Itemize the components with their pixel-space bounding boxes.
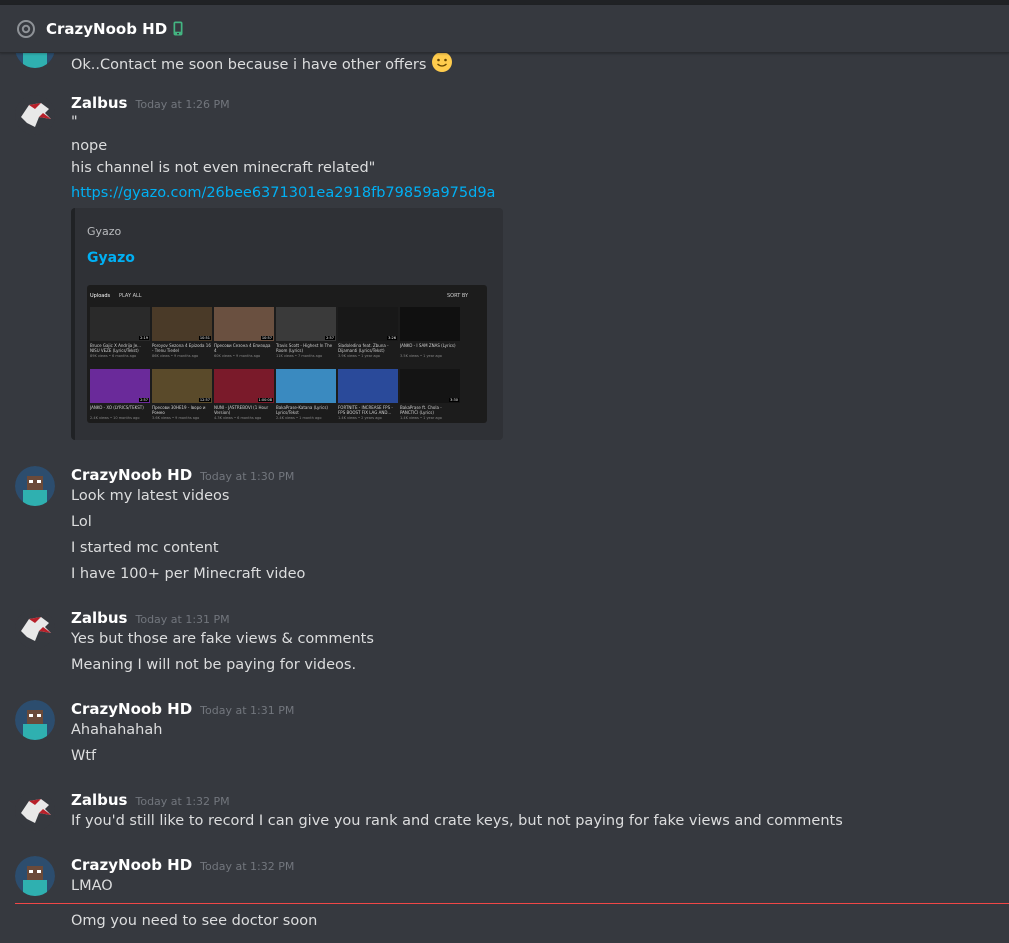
video-thumbnail: 2:57 <box>276 307 336 341</box>
video-duration: 3:30 <box>449 398 459 402</box>
video-thumbnail: 2:57 <box>90 369 150 403</box>
avatar[interactable] <box>15 856 55 896</box>
video-title: Travis Scott - Highest In The Room (Lyri… <box>276 343 333 353</box>
message-text: his channel is not even minecraft relate… <box>71 160 376 176</box>
video-title: Пресови 30НЕ19 - Іворо и Ромео <box>152 405 206 415</box>
video-title: NUNI - JASTREBOVI (1 Hour Version) <box>214 405 269 415</box>
username[interactable]: Zalbus Today at 1:26 PM <box>71 94 230 112</box>
video-thumbnail: 1:00:08 <box>214 369 274 403</box>
timestamp: Today at 1:31 PM <box>135 613 230 626</box>
video-title: BakaPrase-Katana (Lyrics) Lyrics/Tekst <box>276 405 328 415</box>
video-meta: 2.4K views • 1 month ago <box>276 416 322 420</box>
message-text: Ahahahahah <box>71 722 163 738</box>
message-text: Yes but those are fake views & comments <box>71 631 374 647</box>
video-thumbnail: 2:19 <box>90 307 150 341</box>
avatar[interactable] <box>15 700 55 740</box>
video-thumbnail <box>276 369 336 403</box>
avatar[interactable] <box>15 791 55 831</box>
message-text: Lol <box>71 514 92 530</box>
video-duration: 1:00:08 <box>257 398 273 402</box>
message-text: Meaning I will not be paying for videos. <box>71 657 357 673</box>
embed-provider: Gyazo <box>87 225 122 238</box>
message-text: I have 100+ per Minecraft video <box>71 566 306 582</box>
dm-recipient-name[interactable]: CrazyNoob HD <box>46 20 167 38</box>
video-thumbnail: 12:57 <box>152 369 212 403</box>
message-text: nope <box>71 138 108 154</box>
video-thumbnail: 10:57 <box>214 307 274 341</box>
video-title: JANKO - I SAM ZNAS (Lyrics) <box>400 343 456 348</box>
at-icon <box>17 19 35 38</box>
video-duration: 10:57 <box>260 336 273 340</box>
tab-uploads: Uploads <box>90 293 111 299</box>
video-title: Пресови Сезона 4 Епизода 4 <box>214 343 271 353</box>
video-thumbnail: 10:51 <box>152 307 212 341</box>
video-meta: 3.6K views • 9 months ago <box>152 416 200 420</box>
video-thumbnail: 3:30 <box>400 369 460 403</box>
video-thumbnail: 3:26 <box>338 307 398 341</box>
youtube-tabs: Uploads PLAY ALL SORT BY <box>87 285 487 307</box>
message-text: If you'd still like to record I can give… <box>71 813 843 829</box>
video-title: Sladoledina feat. Zbuna - Dijamanti (Lyr… <box>338 343 389 353</box>
video-duration: 2:57 <box>325 336 335 340</box>
username[interactable]: CrazyNoob HD Today at 1:31 PM <box>71 700 294 718</box>
video-duration: 2:57 <box>139 398 149 402</box>
sort-by: SORT BY <box>447 293 469 299</box>
video-title: JANKO - XO (LYRICS/TEKST) <box>90 405 144 410</box>
message-text: I started mc content <box>71 540 219 556</box>
message-text: Look my latest videos <box>71 488 230 504</box>
video-meta: 89K views • 6 months ago <box>90 354 137 358</box>
username[interactable]: Zalbus Today at 1:31 PM <box>71 609 230 627</box>
slight-smile-emoji-icon <box>432 52 453 72</box>
channel-header: CrazyNoob HD <box>0 5 1009 53</box>
timestamp: Today at 1:31 PM <box>200 704 295 717</box>
video-thumbnail <box>400 307 460 341</box>
video-title: Poroyov Sezona 4 Epizoda 16 - Trenu Tied… <box>152 343 211 353</box>
tab-play-all: PLAY ALL <box>119 293 142 299</box>
video-duration: 2:19 <box>139 336 149 340</box>
video-meta: 86K views • 9 months ago <box>152 354 199 358</box>
message-link[interactable]: https://gyazo.com/26bee6371301ea2918fb79… <box>71 185 495 201</box>
video-duration: 10:51 <box>198 336 211 340</box>
timestamp: Today at 1:26 PM <box>135 98 230 111</box>
message-text: LMAO <box>71 878 113 894</box>
username[interactable]: CrazyNoob HD Today at 1:32 PM <box>71 856 294 874</box>
username[interactable]: Zalbus Today at 1:32 PM <box>71 791 230 809</box>
username[interactable]: CrazyNoob HD Today at 1:30 PM <box>71 466 294 484</box>
video-title: BakaPrase ft. Chola - PANCTIČI (Lyrics) <box>400 405 442 415</box>
message-text: " <box>71 114 78 130</box>
video-meta: 1.4K views • 2 years ago <box>338 416 382 420</box>
timestamp: Today at 1:30 PM <box>200 470 295 483</box>
video-title: Bruce Gajic X Andrija Je... NISU VEZE (L… <box>90 343 141 353</box>
video-duration: 12:57 <box>198 398 211 402</box>
avatar[interactable] <box>15 609 55 649</box>
message-text: Ok..Contact me soon because i have other… <box>71 51 453 73</box>
video-meta: 3.9K views • 1 year ago <box>338 354 380 358</box>
timestamp: Today at 1:32 PM <box>135 795 230 808</box>
message-text: Wtf <box>71 748 97 764</box>
message-text: Omg you need to see doctor soon <box>71 913 318 929</box>
video-meta: 11K views • 7 months ago <box>276 354 323 358</box>
video-meta: 3.5K views • 1 year ago <box>400 354 442 358</box>
video-meta: 4.3K views • 6 months ago <box>214 416 262 420</box>
video-title: FORTNITE - INCREASE FPS - FPS BOOST FIX … <box>338 405 393 415</box>
timestamp: Today at 1:32 PM <box>200 860 295 873</box>
new-messages-divider <box>15 903 1009 904</box>
embed-image[interactable]: Uploads PLAY ALL SORT BY 2:19 Bruce Gajic… <box>87 285 487 423</box>
link-embed: Gyazo Gyazo Uploads PLAY ALL SORT BY 2:1… <box>71 208 503 440</box>
video-thumbnail <box>338 369 398 403</box>
avatar[interactable] <box>15 95 55 135</box>
video-meta: 2.4K views • 10 months ago <box>90 416 140 420</box>
embed-title-link[interactable]: Gyazo <box>87 250 135 266</box>
video-meta: 1.4K views • 1 year ago <box>400 416 442 420</box>
avatar[interactable] <box>15 466 55 506</box>
mobile-status-icon <box>173 21 183 36</box>
video-meta: 60K views • 9 months ago <box>214 354 261 358</box>
video-duration: 3:26 <box>387 336 397 340</box>
